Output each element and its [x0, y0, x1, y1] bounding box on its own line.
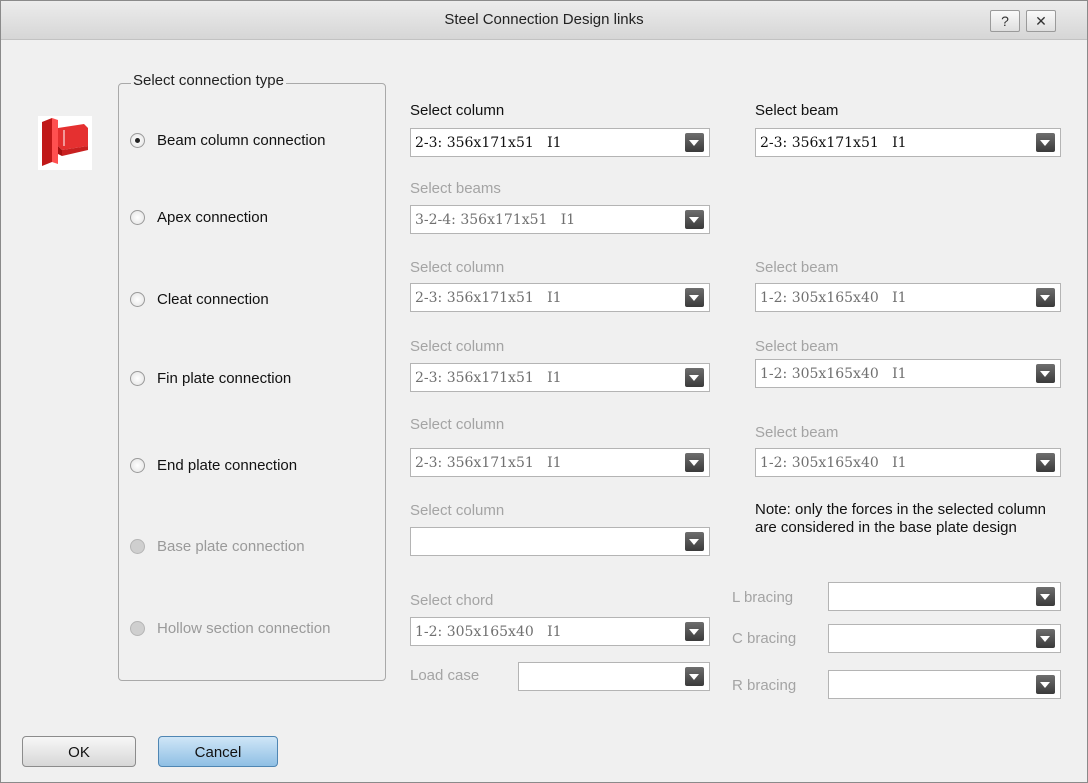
load-case-label: Load case: [410, 667, 480, 684]
combo-value: 1-2: 305x165x40 I1: [760, 455, 907, 471]
fin-plate-beam-select[interactable]: 1-2: 305x165x40 I1: [755, 359, 1061, 388]
beam-select[interactable]: 2-3: 356x171x51 I1: [755, 128, 1061, 157]
chevron-down-icon[interactable]: [1036, 453, 1055, 472]
radio-hollow-section: Hollow section connection: [130, 617, 330, 639]
radio-cleat[interactable]: Cleat connection: [130, 288, 269, 310]
chevron-down-icon[interactable]: [685, 133, 704, 152]
steel-connection-icon: [38, 116, 92, 170]
close-button[interactable]: ✕: [1026, 10, 1056, 32]
chevron-down-icon[interactable]: [685, 667, 704, 686]
load-case-select[interactable]: [518, 662, 710, 691]
r-bracing-select[interactable]: [828, 670, 1061, 699]
radio-label: Hollow section connection: [157, 619, 331, 637]
c-bracing-label: C bracing: [732, 630, 797, 647]
radio-fin-plate[interactable]: Fin plate connection: [130, 367, 291, 389]
radio-label: Base plate connection: [157, 537, 305, 555]
radio-button-icon[interactable]: [130, 291, 145, 307]
select-column-label: Select column: [410, 259, 505, 276]
select-beams-label: Select beams: [410, 180, 501, 197]
combo-value: 3-2-4: 356x171x51 I1: [415, 212, 576, 228]
ok-button[interactable]: OK: [22, 736, 136, 767]
select-beam-label: Select beam: [755, 424, 839, 441]
combo-value: 1-2: 305x165x40 I1: [760, 366, 907, 382]
chevron-down-icon[interactable]: [1036, 675, 1055, 694]
chevron-down-icon[interactable]: [1036, 364, 1055, 383]
fin-plate-column-select[interactable]: 2-3: 356x171x51 I1: [410, 363, 710, 392]
radio-button-icon[interactable]: [130, 370, 145, 386]
chord-select[interactable]: 1-2: 305x165x40 I1: [410, 617, 710, 646]
window-title: Steel Connection Design links: [444, 11, 644, 28]
combo-value: 2-3: 356x171x51 I1: [415, 455, 562, 471]
combo-value: 2-3: 356x171x51 I1: [415, 290, 562, 306]
select-column-label: Select column: [410, 338, 505, 355]
end-plate-beam-select[interactable]: 1-2: 305x165x40 I1: [755, 448, 1061, 477]
radio-apex[interactable]: Apex connection: [130, 206, 268, 228]
radio-end-plate[interactable]: End plate connection: [130, 454, 297, 476]
chevron-down-icon[interactable]: [685, 288, 704, 307]
radio-beam-column[interactable]: Beam column connection: [130, 129, 325, 151]
combo-value: 2-3: 356x171x51 I1: [760, 135, 907, 151]
connection-type-legend: Select connection type: [131, 72, 286, 89]
radio-button-icon[interactable]: [130, 209, 145, 225]
cancel-button[interactable]: Cancel: [158, 736, 278, 767]
column-select[interactable]: 2-3: 356x171x51 I1: [410, 128, 710, 157]
radio-label: Beam column connection: [157, 131, 326, 149]
select-beam-label: Select beam: [755, 338, 839, 355]
chevron-down-icon[interactable]: [685, 368, 704, 387]
combo-value: 2-3: 356x171x51 I1: [415, 135, 562, 151]
c-bracing-select[interactable]: [828, 624, 1061, 653]
r-bracing-label: R bracing: [732, 677, 797, 694]
combo-value: 1-2: 305x165x40 I1: [760, 290, 907, 306]
apex-beams-select[interactable]: 3-2-4: 356x171x51 I1: [410, 205, 710, 234]
select-column-label: Select column: [410, 416, 505, 433]
base-plate-column-select[interactable]: [410, 527, 710, 556]
chevron-down-icon[interactable]: [685, 622, 704, 641]
select-column-label: Select column: [410, 102, 505, 119]
chevron-down-icon[interactable]: [1036, 133, 1055, 152]
select-chord-label: Select chord: [410, 592, 494, 609]
chevron-down-icon[interactable]: [685, 453, 704, 472]
radio-button-icon[interactable]: [130, 132, 145, 148]
chevron-down-icon[interactable]: [685, 532, 704, 551]
radio-label: Fin plate connection: [157, 369, 292, 387]
chevron-down-icon[interactable]: [1036, 587, 1055, 606]
radio-label: Cleat connection: [157, 290, 269, 308]
select-beam-label: Select beam: [755, 259, 839, 276]
select-column-label: Select column: [410, 502, 505, 519]
combo-value: 2-3: 356x171x51 I1: [415, 370, 562, 386]
l-bracing-select[interactable]: [828, 582, 1061, 611]
help-button[interactable]: ?: [990, 10, 1020, 32]
radio-label: End plate connection: [157, 456, 298, 474]
radio-button-icon: [130, 538, 145, 554]
radio-label: Apex connection: [157, 208, 268, 226]
cleat-column-select[interactable]: 2-3: 356x171x51 I1: [410, 283, 710, 312]
end-plate-column-select[interactable]: 2-3: 356x171x51 I1: [410, 448, 710, 477]
cleat-beam-select[interactable]: 1-2: 305x165x40 I1: [755, 283, 1061, 312]
radio-button-icon[interactable]: [130, 457, 145, 473]
radio-button-icon: [130, 620, 145, 636]
chevron-down-icon[interactable]: [1036, 629, 1055, 648]
radio-base-plate: Base plate connection: [130, 535, 305, 557]
l-bracing-label: L bracing: [732, 589, 794, 606]
chevron-down-icon[interactable]: [1036, 288, 1055, 307]
combo-value: 1-2: 305x165x40 I1: [415, 624, 562, 640]
select-beam-label: Select beam: [755, 102, 839, 119]
title-bar: Steel Connection Design links ? ✕: [1, 1, 1087, 40]
base-plate-note: Note: only the forces in the selected co…: [755, 501, 1046, 536]
chevron-down-icon[interactable]: [685, 210, 704, 229]
